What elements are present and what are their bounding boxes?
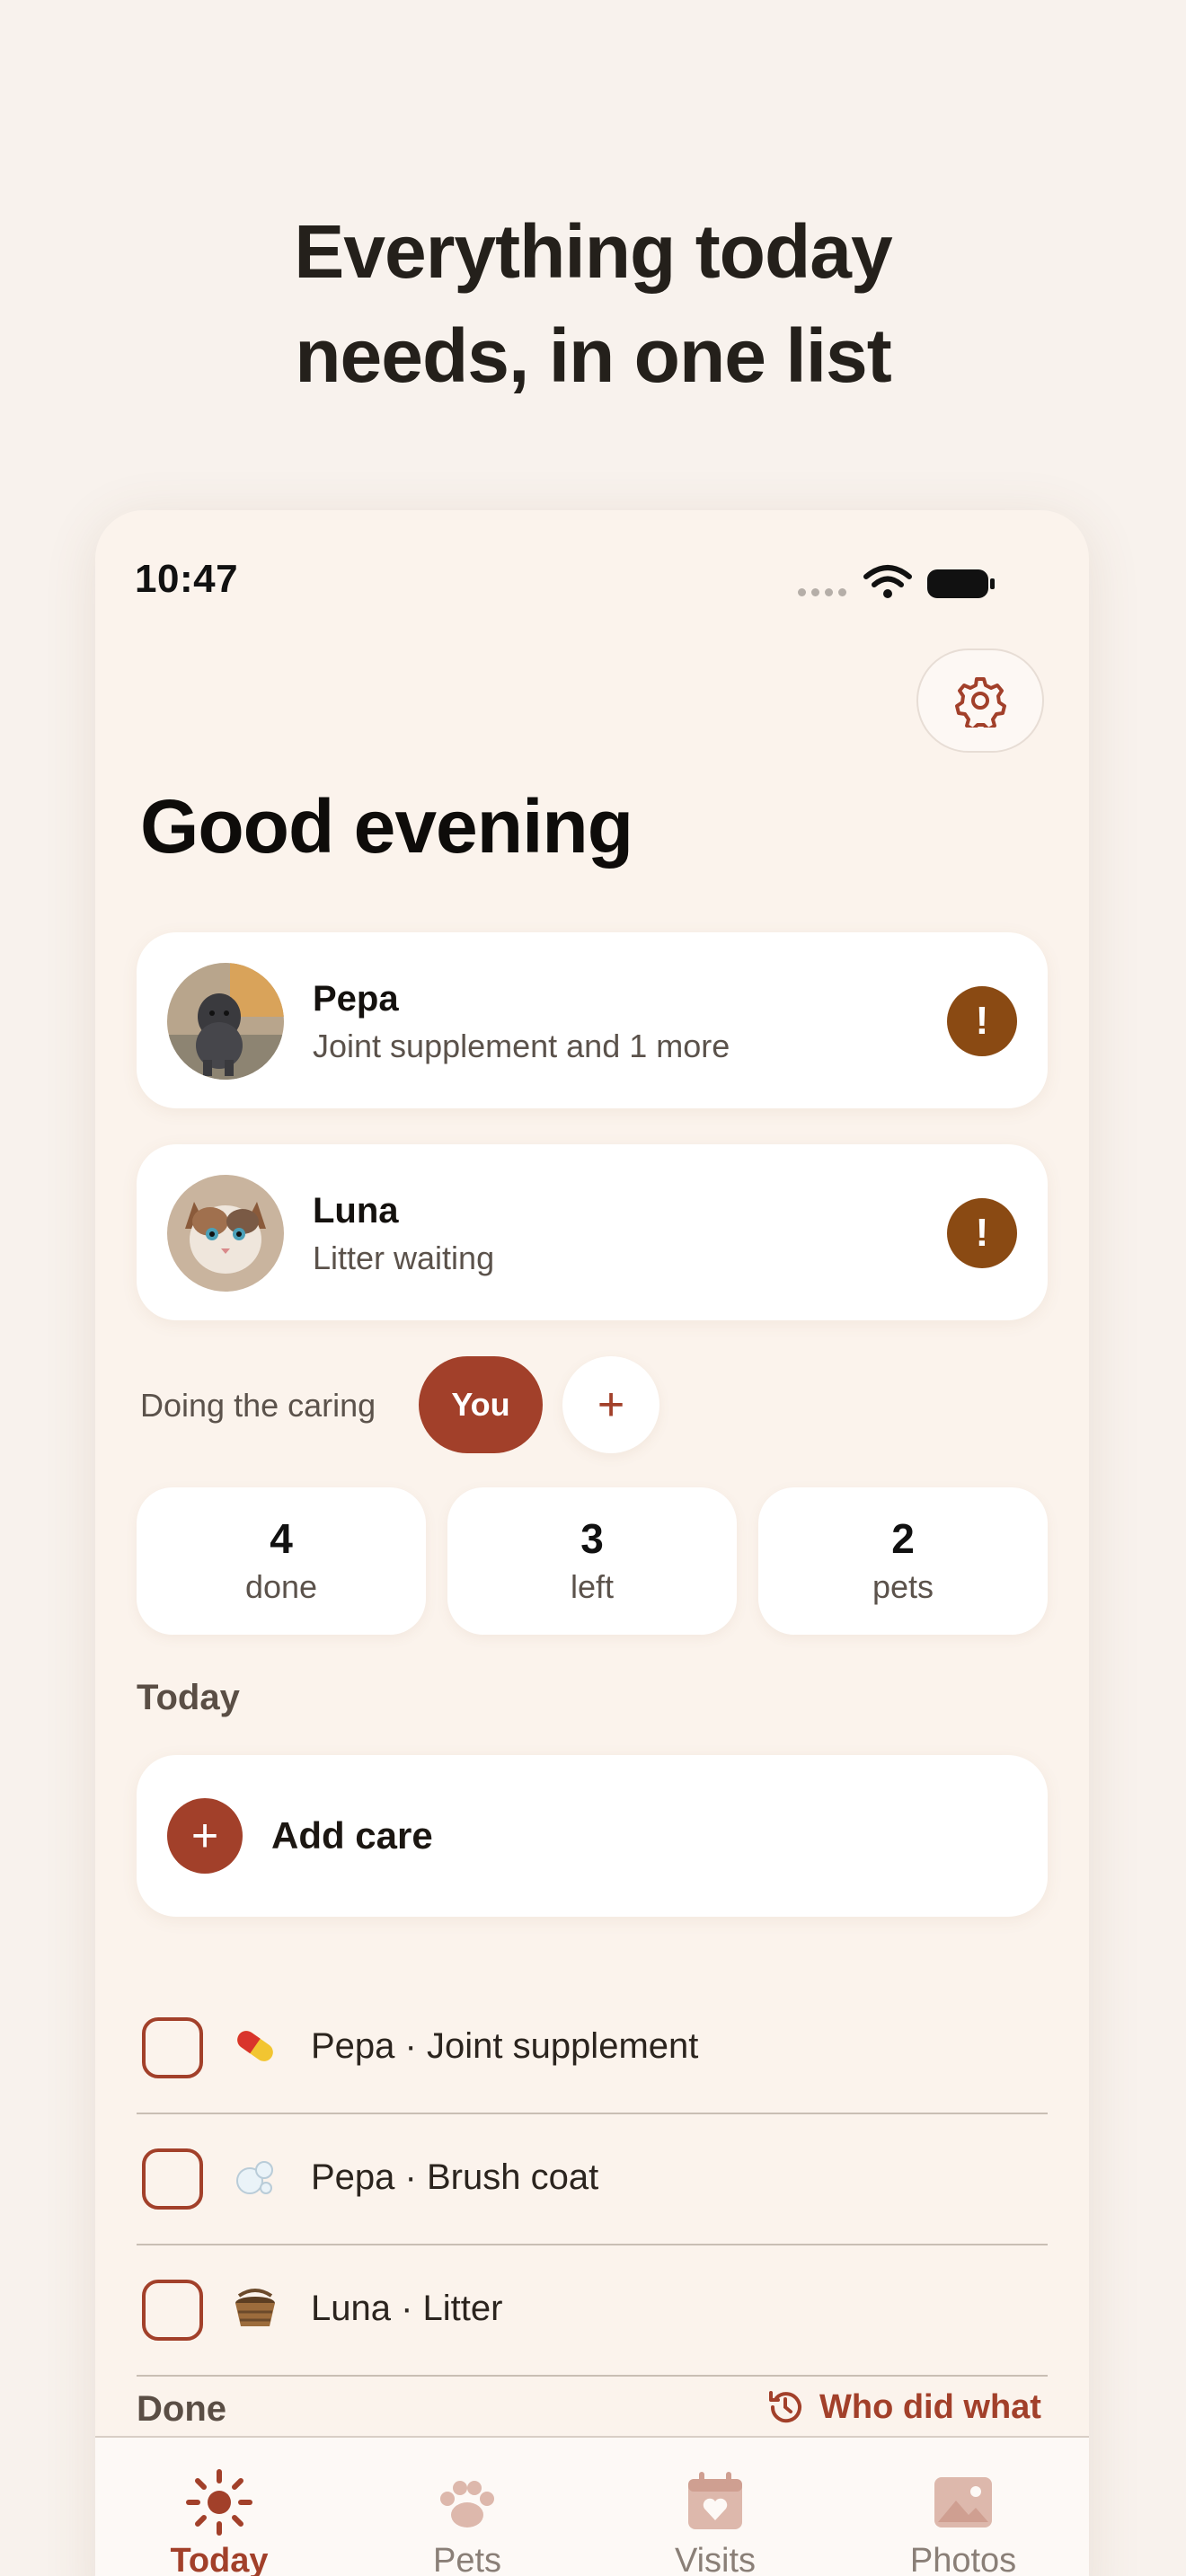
tab-photos[interactable]: Photos [839,2438,1087,2576]
cellular-signal-icon [798,588,846,596]
history-icon [769,2391,801,2423]
stat-pets: 2 pets [758,1487,1048,1635]
who-did-what-link[interactable]: Who did what [766,2387,1041,2427]
bubbles-icon [236,2161,273,2194]
headline-line-1: Everything today [294,209,892,294]
task-row[interactable]: Pepa · Brush coat [137,2114,1048,2245]
today-section-title: Today [137,1678,240,1717]
task-row[interactable]: Luna · Litter [137,2245,1048,2377]
caregivers-label: Doing the caring [140,1387,376,1424]
add-caregiver-button[interactable]: + [562,1356,659,1453]
headline-line-2: needs, in one list [295,313,891,398]
tab-label: Pets [432,2542,502,2576]
add-care-button[interactable]: + Add care [137,1755,1048,1917]
gear-icon [955,677,1006,728]
paw-icon [440,2481,494,2527]
pepa-avatar [167,963,284,1080]
battery-icon [927,569,995,598]
stat-value: 3 [580,1515,604,1562]
history-link-label: Who did what [819,2387,1041,2426]
wifi-icon [863,565,912,598]
luna-avatar [167,1175,284,1292]
stat-done: 4 done [137,1487,426,1635]
pet-name: Luna [313,1191,399,1231]
marketing-headline: Everything today needs, in one list [0,199,1186,408]
tab-visits[interactable]: Visits [591,2438,839,2576]
caregiver-you-chip[interactable]: You [419,1356,543,1453]
task-row[interactable]: Pepa · Joint supplement [137,1983,1048,2114]
add-care-label: Add care [271,1814,433,1857]
settings-button[interactable] [916,648,1044,753]
sun-icon [186,2469,252,2536]
pet-card-pepa[interactable]: Pepa Joint supplement and 1 more ! [137,932,1048,1108]
pet-card-luna[interactable]: Luna Litter waiting ! [137,1144,1048,1320]
tab-bar: Today Pets Visits Photos [95,2436,1089,2576]
task-label: Luna · Litter [311,2289,503,2328]
alert-icon: ! [947,1198,1017,1268]
tab-label: Today [170,2542,269,2576]
stat-label: done [244,1568,318,1605]
stat-value: 2 [891,1515,915,1562]
greeting-title: Good evening [140,784,633,869]
calendar-heart-icon [688,2472,742,2529]
task-checkbox[interactable] [142,2017,203,2078]
task-label: Pepa · Brush coat [311,2157,599,2197]
status-time: 10:47 [135,557,239,601]
task-checkbox[interactable] [142,2280,203,2341]
stat-label: left [570,1568,615,1605]
stat-label: pets [872,1568,934,1605]
task-label: Pepa · Joint supplement [311,2026,699,2066]
stat-value: 4 [270,1515,293,1562]
pet-subtitle: Litter waiting [313,1239,495,1276]
tab-today[interactable]: Today [95,2438,343,2576]
plus-icon: + [167,1798,243,1874]
photo-icon [934,2477,992,2527]
tab-pets[interactable]: Pets [343,2438,591,2576]
task-checkbox[interactable] [142,2148,203,2210]
pet-name: Pepa [313,979,399,1019]
alert-icon: ! [947,986,1017,1056]
done-section-title: Done [137,2389,226,2429]
basket-icon [235,2289,275,2326]
pill-icon [237,2031,273,2061]
tab-label: Visits [674,2542,757,2576]
tab-label: Photos [909,2542,1017,2576]
pet-subtitle: Joint supplement and 1 more [313,1028,730,1064]
stat-left: 3 left [447,1487,737,1635]
